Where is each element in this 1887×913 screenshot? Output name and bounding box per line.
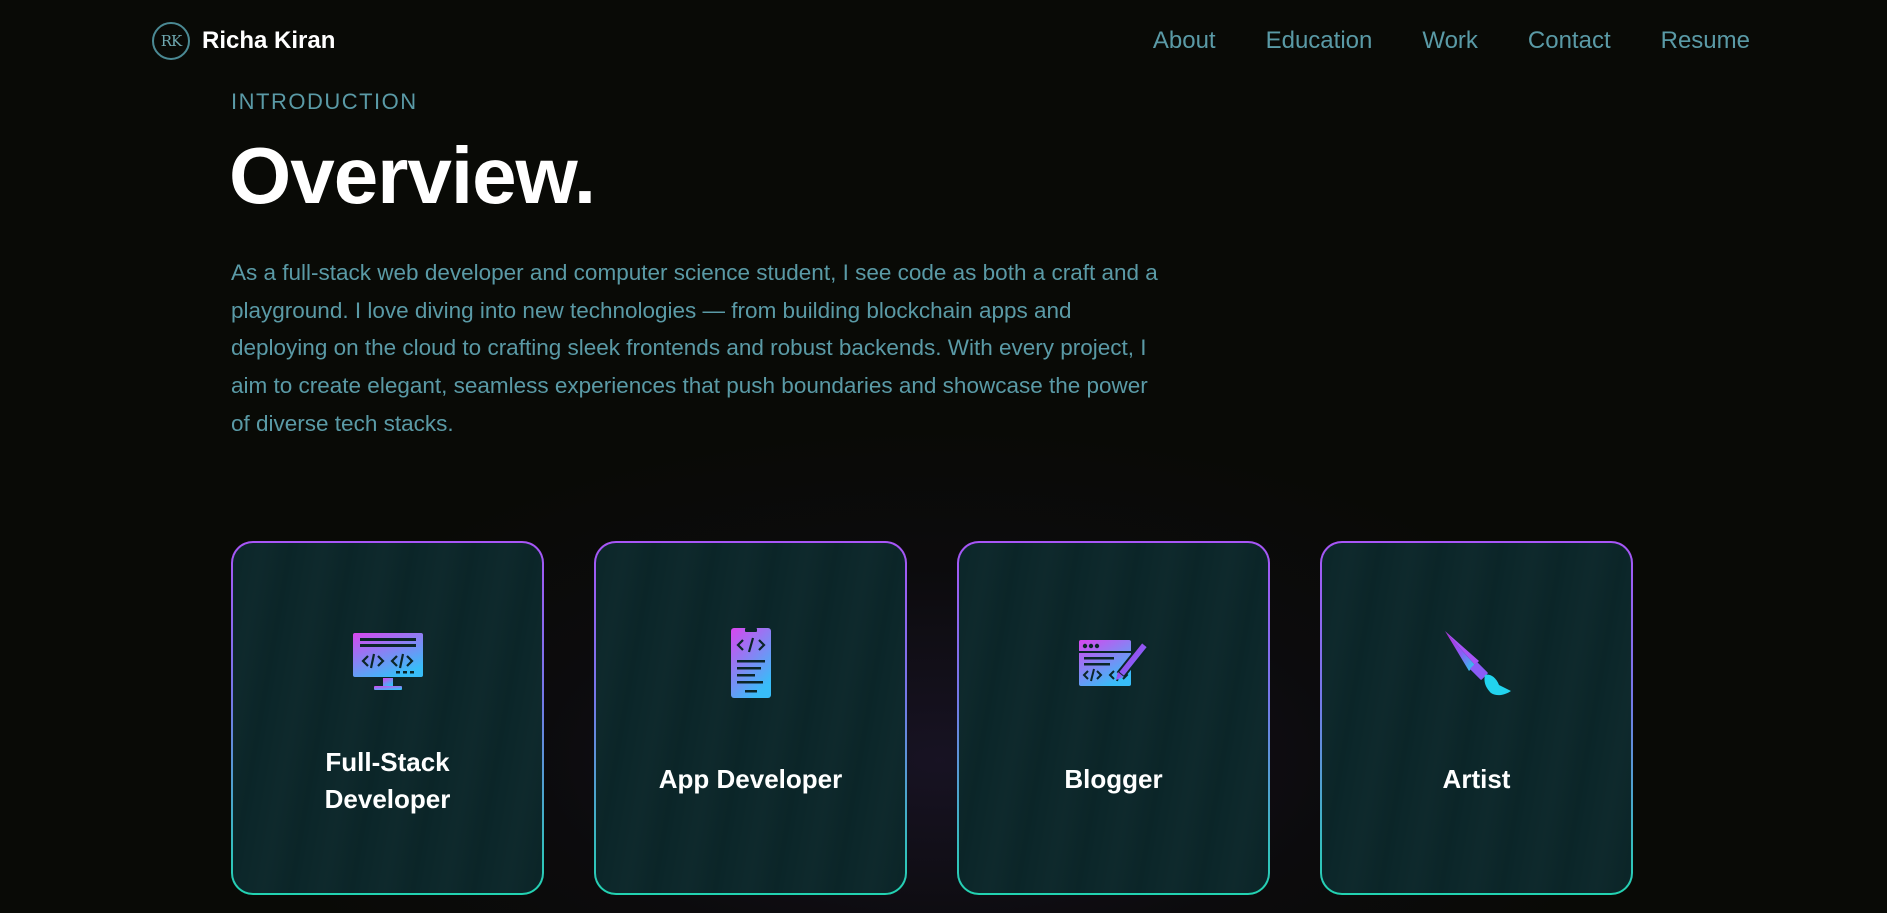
service-card-app-developer[interactable]: App Developer: [594, 541, 907, 895]
card-body: Artist: [1322, 543, 1631, 893]
service-card-artist[interactable]: Artist: [1320, 541, 1633, 895]
card-title: Full-Stack Developer: [324, 747, 451, 814]
nav-link-resume[interactable]: Resume: [1661, 27, 1750, 55]
section-label: INTRODUCTION: [231, 89, 418, 114]
card-label-wrap: App Developer: [596, 701, 905, 893]
service-cards: Full-Stack Developer App Developer Blogg…: [231, 541, 1633, 895]
card-body: Blogger: [959, 543, 1268, 893]
nav-link-contact[interactable]: Contact: [1528, 27, 1611, 55]
card-body: App Developer: [596, 543, 905, 893]
navbar: RK Richa Kiran About Education Work Cont…: [0, 0, 1887, 86]
blog-writing-icon: [1076, 625, 1152, 701]
nav-link-about[interactable]: About: [1153, 27, 1216, 55]
section-title: Overview.: [229, 131, 596, 220]
overview-paragraph: As a full-stack web developer and comput…: [231, 260, 1158, 436]
logo-mark: RK: [152, 22, 190, 60]
nav-link-education[interactable]: Education: [1266, 27, 1373, 55]
card-title: App Developer: [658, 764, 843, 794]
card-label-wrap: Blogger: [959, 701, 1268, 893]
card-label-wrap: Full-Stack Developer: [233, 701, 542, 893]
service-card-full-stack[interactable]: Full-Stack Developer: [231, 541, 544, 895]
paintbrush-icon: [1439, 625, 1515, 701]
page: RK Richa Kiran About Education Work Cont…: [0, 0, 1887, 913]
card-label-wrap: Artist: [1322, 701, 1631, 893]
logo-name: Richa Kiran: [202, 27, 336, 54]
nav-links: About Education Work Contact Resume: [1153, 27, 1750, 55]
card-title: Artist: [1442, 764, 1511, 794]
monitor-code-icon: [350, 625, 426, 701]
logo[interactable]: RK Richa Kiran: [152, 22, 335, 60]
service-card-blogger[interactable]: Blogger: [957, 541, 1270, 895]
card-body: Full-Stack Developer: [233, 543, 542, 893]
card-title: Blogger: [1064, 764, 1163, 794]
nav-link-work[interactable]: Work: [1422, 27, 1478, 55]
mobile-code-icon: [713, 625, 789, 701]
